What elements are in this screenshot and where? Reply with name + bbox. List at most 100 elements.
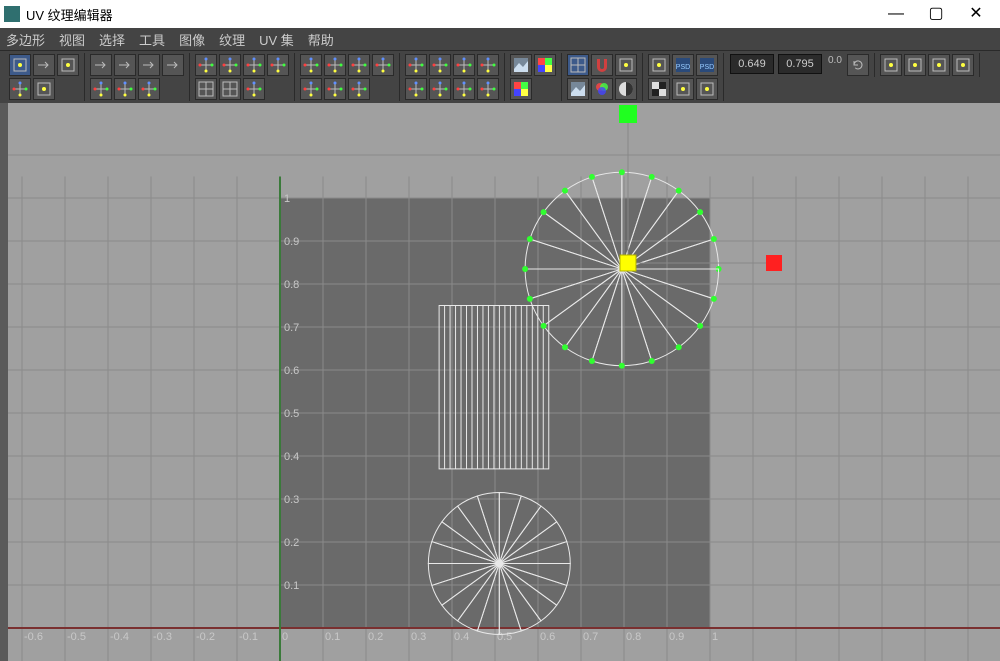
straighten-u-button[interactable]: [300, 78, 322, 100]
svg-text:PSD: PSD: [676, 64, 690, 71]
cycle-uv-button[interactable]: [90, 78, 112, 100]
align-u-button[interactable]: [114, 78, 136, 100]
svg-text:1: 1: [284, 193, 290, 205]
svg-text:0.9: 0.9: [284, 236, 299, 248]
paste-v-button[interactable]: [952, 54, 974, 76]
grid-toggle-button[interactable]: [567, 54, 589, 76]
uv-move-sew-button[interactable]: [33, 54, 55, 76]
refresh-button[interactable]: [847, 54, 869, 76]
uv-unfold-button[interactable]: [9, 78, 31, 100]
menu-view[interactable]: 视图: [59, 30, 85, 49]
title-bar: UV 纹理编辑器 — ▢ ✕: [0, 0, 1000, 28]
uv-cut-button[interactable]: [33, 78, 55, 100]
smooth-uv-button[interactable]: [453, 54, 475, 76]
relax-button[interactable]: [405, 54, 427, 76]
rotate-cw-button[interactable]: [162, 54, 184, 76]
unfold-u-button[interactable]: [405, 78, 427, 100]
grid-v-button[interactable]: [219, 78, 241, 100]
rotate-ccw-button[interactable]: [138, 54, 160, 76]
straighten-v-button[interactable]: [324, 78, 346, 100]
straighten-shell-button[interactable]: [348, 78, 370, 100]
grid-u-button[interactable]: [195, 78, 217, 100]
manip-center-handle[interactable]: [620, 255, 636, 271]
snap-pixel-button[interactable]: [615, 54, 637, 76]
align-min-u-button[interactable]: [195, 54, 217, 76]
isolate-button[interactable]: [648, 54, 670, 76]
window-title: UV 纹理编辑器: [26, 5, 876, 24]
uv-lattice-button[interactable]: [9, 54, 31, 76]
symmetrize-button[interactable]: [477, 78, 499, 100]
match-uv-button[interactable]: [372, 54, 394, 76]
uv-canvas[interactable]: -0.6-0.5-0.4-0.3-0.2-0.100.10.20.30.40.5…: [0, 103, 1000, 661]
paste-button[interactable]: [904, 54, 926, 76]
image-dim-button[interactable]: [567, 78, 589, 100]
svg-text:0.8: 0.8: [284, 279, 299, 291]
distortion-button[interactable]: [696, 78, 718, 100]
layout-button[interactable]: [243, 78, 265, 100]
svg-text:-0.1: -0.1: [239, 631, 258, 643]
svg-text:PSD: PSD: [700, 64, 714, 71]
svg-text:0.3: 0.3: [411, 631, 426, 643]
svg-text:0.9: 0.9: [669, 631, 684, 643]
optimize-button[interactable]: [477, 54, 499, 76]
coord-zero-label: 0.0: [828, 55, 842, 75]
copy-button[interactable]: [880, 54, 902, 76]
snap-magnet-button[interactable]: [591, 54, 613, 76]
distribute-v-button[interactable]: [348, 54, 370, 76]
paste-u-button[interactable]: [928, 54, 950, 76]
bake-button[interactable]: [510, 78, 532, 100]
svg-text:0.4: 0.4: [284, 451, 299, 463]
uv-viewport[interactable]: -0.6-0.5-0.4-0.3-0.2-0.100.10.20.30.40.5…: [0, 103, 1000, 661]
unitize-button[interactable]: [300, 54, 322, 76]
menu-select[interactable]: 选择: [99, 30, 125, 49]
relax-shell-button[interactable]: [429, 54, 451, 76]
menu-tool[interactable]: 工具: [139, 30, 165, 49]
app-icon: [4, 6, 20, 22]
flip-v-button[interactable]: [114, 54, 136, 76]
align-max-u-button[interactable]: [219, 54, 241, 76]
flip-u-button[interactable]: [90, 54, 112, 76]
manip-y-handle[interactable]: [619, 105, 637, 123]
snapshot-button[interactable]: [510, 54, 532, 76]
svg-text:0.7: 0.7: [284, 322, 299, 334]
svg-text:-0.2: -0.2: [196, 631, 215, 643]
svg-text:0.1: 0.1: [284, 580, 299, 592]
svg-text:-0.6: -0.6: [24, 631, 43, 643]
minimize-button[interactable]: —: [876, 0, 916, 28]
checker-button[interactable]: [648, 78, 670, 100]
uv-tweak-button[interactable]: [57, 54, 79, 76]
menu-help[interactable]: 帮助: [308, 30, 334, 49]
menu-image[interactable]: 图像: [179, 30, 205, 49]
svg-text:0.6: 0.6: [540, 631, 555, 643]
shaded-button[interactable]: [672, 78, 694, 100]
svg-text:0.7: 0.7: [583, 631, 598, 643]
maximize-button[interactable]: ▢: [916, 0, 956, 28]
svg-text:0: 0: [282, 631, 288, 643]
menu-uvset[interactable]: UV 集: [259, 30, 294, 49]
update-psd-button[interactable]: PSD: [696, 54, 718, 76]
coord-u-field[interactable]: 0.649: [730, 54, 774, 74]
manip-x-handle[interactable]: [766, 255, 782, 271]
menu-texture[interactable]: 纹理: [219, 30, 245, 49]
load-psd-button[interactable]: PSD: [672, 54, 694, 76]
svg-text:-0.4: -0.4: [110, 631, 129, 643]
align-min-v-button[interactable]: [243, 54, 265, 76]
coord-v-field[interactable]: 0.795: [778, 54, 822, 74]
menu-polygons[interactable]: 多边形: [6, 30, 45, 49]
align-max-v-button[interactable]: [267, 54, 289, 76]
svg-text:0.3: 0.3: [284, 494, 299, 506]
align-v-button[interactable]: [138, 78, 160, 100]
svg-text:0.5: 0.5: [284, 408, 299, 420]
alpha-button[interactable]: [615, 78, 637, 100]
svg-text:0.4: 0.4: [454, 631, 469, 643]
svg-text:1: 1: [712, 631, 718, 643]
rgb-button[interactable]: [591, 78, 613, 100]
color-button[interactable]: [534, 54, 556, 76]
svg-text:-0.5: -0.5: [67, 631, 86, 643]
unfold-tool-button[interactable]: [453, 78, 475, 100]
svg-text:0.2: 0.2: [284, 537, 299, 549]
distribute-u-button[interactable]: [324, 54, 346, 76]
unfold-v-button[interactable]: [429, 78, 451, 100]
close-button[interactable]: ✕: [956, 0, 996, 28]
toolbar: PSD PSD 0.6490.795 0.0: [0, 50, 1000, 103]
